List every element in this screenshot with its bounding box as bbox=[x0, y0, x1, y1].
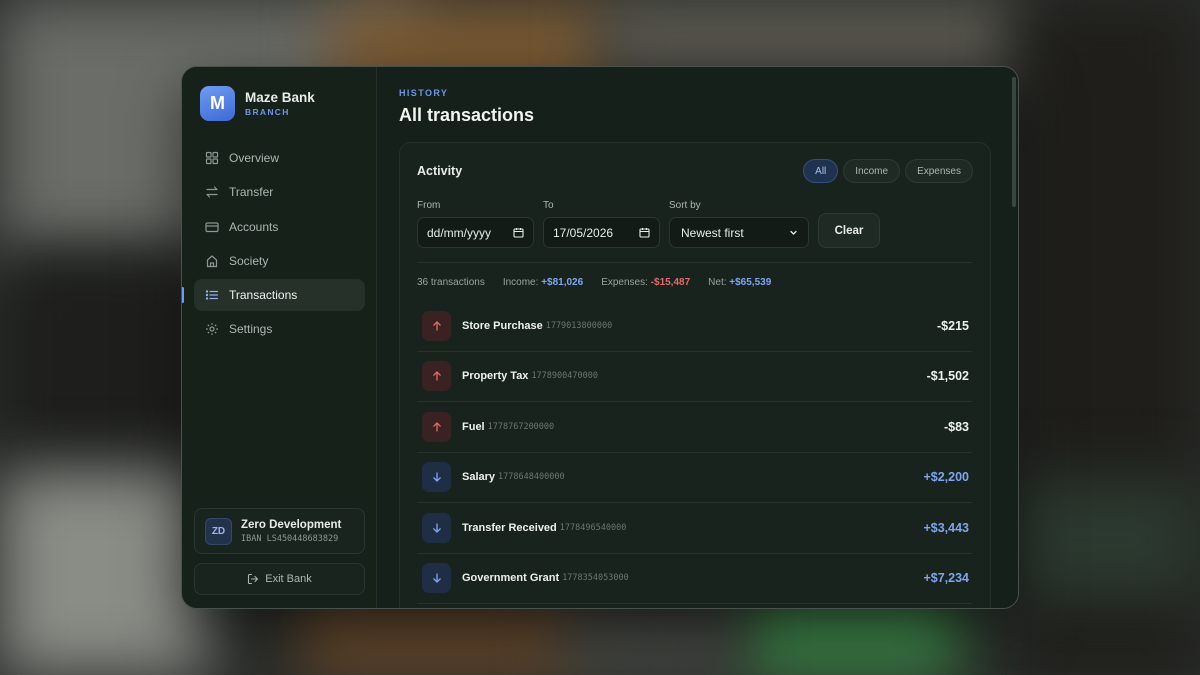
transaction-name: Property Tax bbox=[462, 370, 529, 383]
exit-bank-label: Exit Bank bbox=[265, 573, 312, 585]
expenses-total: -$15,487 bbox=[650, 277, 691, 288]
transaction-row[interactable]: Store Purchase 1779013800000 -$215 bbox=[417, 301, 972, 352]
transaction-amount: -$215 bbox=[937, 318, 969, 333]
sidebar-item-label: Settings bbox=[229, 322, 273, 337]
transaction-id: 1779013800000 bbox=[545, 320, 613, 331]
user-name: Zero Development bbox=[241, 518, 342, 531]
transaction-list: Store Purchase 1779013800000 -$215 Prope… bbox=[417, 301, 972, 604]
income-summary: Income: +$81,026 bbox=[503, 277, 583, 288]
exit-bank-button[interactable]: Exit Bank bbox=[194, 563, 365, 595]
net-summary: Net: +$65,539 bbox=[708, 277, 771, 288]
clear-button[interactable]: Clear bbox=[818, 213, 880, 248]
sidebar-item-society[interactable]: Society bbox=[194, 245, 365, 277]
sidebar-item-overview[interactable]: Overview bbox=[194, 142, 365, 174]
sidebar-item-label: Overview bbox=[229, 151, 280, 165]
transaction-amount: -$83 bbox=[943, 419, 969, 434]
sidebar-item-transactions[interactable]: Transactions bbox=[182, 279, 365, 312]
divider bbox=[417, 262, 972, 263]
calendar-icon[interactable] bbox=[639, 227, 650, 238]
brand-logo: M bbox=[200, 86, 235, 121]
sort-label: Sort by bbox=[669, 200, 701, 211]
transaction-id: 1778767200000 bbox=[487, 421, 555, 432]
filter-chips: All Income Expenses bbox=[803, 159, 973, 183]
sidebar: M Maze Bank BRANCH Overview Transfer Acc… bbox=[182, 67, 377, 608]
transaction-amount: -$1,502 bbox=[926, 369, 969, 384]
sidebar-item-label: Society bbox=[229, 253, 269, 268]
transaction-row[interactable]: Property Tax 1778900470000 -$1,502 bbox=[417, 352, 972, 402]
net-label: Net: bbox=[708, 277, 727, 288]
arrow-down-icon bbox=[422, 462, 451, 493]
transaction-name: Fuel bbox=[462, 420, 485, 433]
transaction-id: 1778354053000 bbox=[562, 573, 629, 584]
gear-icon bbox=[205, 322, 219, 336]
chevron-down-icon bbox=[790, 230, 797, 235]
from-date-value: dd/mm/yyyy bbox=[427, 225, 492, 240]
transaction-id: 1778496540000 bbox=[559, 522, 627, 533]
sort-value: Newest first bbox=[681, 225, 744, 240]
transaction-count: 36 transactions bbox=[417, 277, 485, 288]
bank-building-icon bbox=[205, 254, 219, 268]
arrows-exchange-icon bbox=[205, 185, 219, 199]
transaction-name: Store Purchase bbox=[462, 319, 543, 332]
transaction-amount: +$3,443 bbox=[923, 520, 969, 535]
activity-panel: Activity All Income Expenses From dd/mm/… bbox=[399, 142, 991, 608]
card-icon bbox=[205, 220, 219, 234]
arrow-down-icon bbox=[422, 563, 451, 594]
income-total: +$81,026 bbox=[541, 277, 584, 288]
arrow-up-icon bbox=[422, 411, 451, 442]
transaction-row[interactable]: Government Grant 1778354053000 +$7,234 bbox=[417, 554, 972, 604]
logout-icon bbox=[248, 573, 259, 585]
transaction-name: Transfer Received bbox=[462, 521, 557, 534]
expenses-label: Expenses: bbox=[601, 277, 648, 288]
transaction-row[interactable]: Transfer Received 1778496540000 +$3,443 bbox=[417, 503, 972, 554]
from-label: From bbox=[417, 200, 441, 211]
transaction-row[interactable]: Salary 1778648400000 +$2,200 bbox=[417, 453, 972, 503]
sort-select[interactable]: Newest first bbox=[669, 217, 809, 248]
transaction-amount: +$7,234 bbox=[923, 571, 969, 586]
transactions-summary: 36 transactions Income: +$81,026 Expense… bbox=[417, 277, 771, 288]
income-label: Income: bbox=[502, 277, 539, 288]
from-date-input[interactable]: dd/mm/yyyy bbox=[417, 217, 534, 248]
sidebar-item-accounts[interactable]: Accounts bbox=[194, 211, 365, 243]
scrollbar[interactable] bbox=[1012, 77, 1016, 207]
filter-expenses[interactable]: Expenses bbox=[905, 159, 973, 183]
grid-icon bbox=[205, 151, 219, 165]
bank-window: M Maze Bank BRANCH Overview Transfer Acc… bbox=[181, 66, 1019, 609]
to-label: To bbox=[543, 200, 554, 211]
to-date-value: 17/05/2026 bbox=[553, 225, 614, 240]
filter-all[interactable]: All bbox=[803, 159, 839, 183]
avatar: ZD bbox=[205, 517, 232, 545]
panel-title: Activity bbox=[417, 164, 463, 178]
brand: M Maze Bank BRANCH bbox=[200, 86, 315, 121]
sidebar-item-label: Accounts bbox=[229, 219, 279, 234]
transaction-name: Government Grant bbox=[462, 572, 560, 585]
main-content: HISTORY All transactions Activity All In… bbox=[377, 67, 1018, 608]
sidebar-item-label: Transactions bbox=[229, 288, 298, 303]
net-total: +$65,539 bbox=[729, 277, 772, 288]
brand-name: Maze Bank bbox=[245, 90, 315, 105]
transaction-name: Salary bbox=[462, 471, 496, 484]
user-card[interactable]: ZD Zero Development IBAN LS450448683829 bbox=[194, 508, 365, 554]
sidebar-item-label: Transfer bbox=[229, 185, 274, 200]
transaction-id: 1778648400000 bbox=[498, 472, 565, 483]
sidebar-item-settings[interactable]: Settings bbox=[194, 313, 365, 345]
page-title: All transactions bbox=[399, 105, 535, 125]
transaction-id: 1778900470000 bbox=[531, 371, 598, 382]
sidebar-item-transfer[interactable]: Transfer bbox=[194, 176, 365, 208]
transaction-amount: +$2,200 bbox=[923, 470, 969, 485]
filter-income[interactable]: Income bbox=[843, 159, 901, 183]
expenses-summary: Expenses: -$15,487 bbox=[601, 277, 690, 288]
page-eyebrow: HISTORY bbox=[399, 88, 449, 98]
user-iban: IBAN LS450448683829 bbox=[241, 533, 339, 544]
brand-subtitle: BRANCH bbox=[245, 107, 290, 117]
list-icon bbox=[205, 288, 219, 302]
arrow-down-icon bbox=[422, 512, 451, 543]
sidebar-nav: Overview Transfer Accounts Society Trans… bbox=[182, 142, 365, 348]
arrow-up-icon bbox=[422, 310, 451, 341]
transaction-row[interactable]: Fuel 1778767200000 -$83 bbox=[417, 402, 972, 453]
calendar-icon[interactable] bbox=[513, 227, 524, 238]
to-date-input[interactable]: 17/05/2026 bbox=[543, 217, 660, 248]
arrow-up-icon bbox=[422, 361, 451, 392]
